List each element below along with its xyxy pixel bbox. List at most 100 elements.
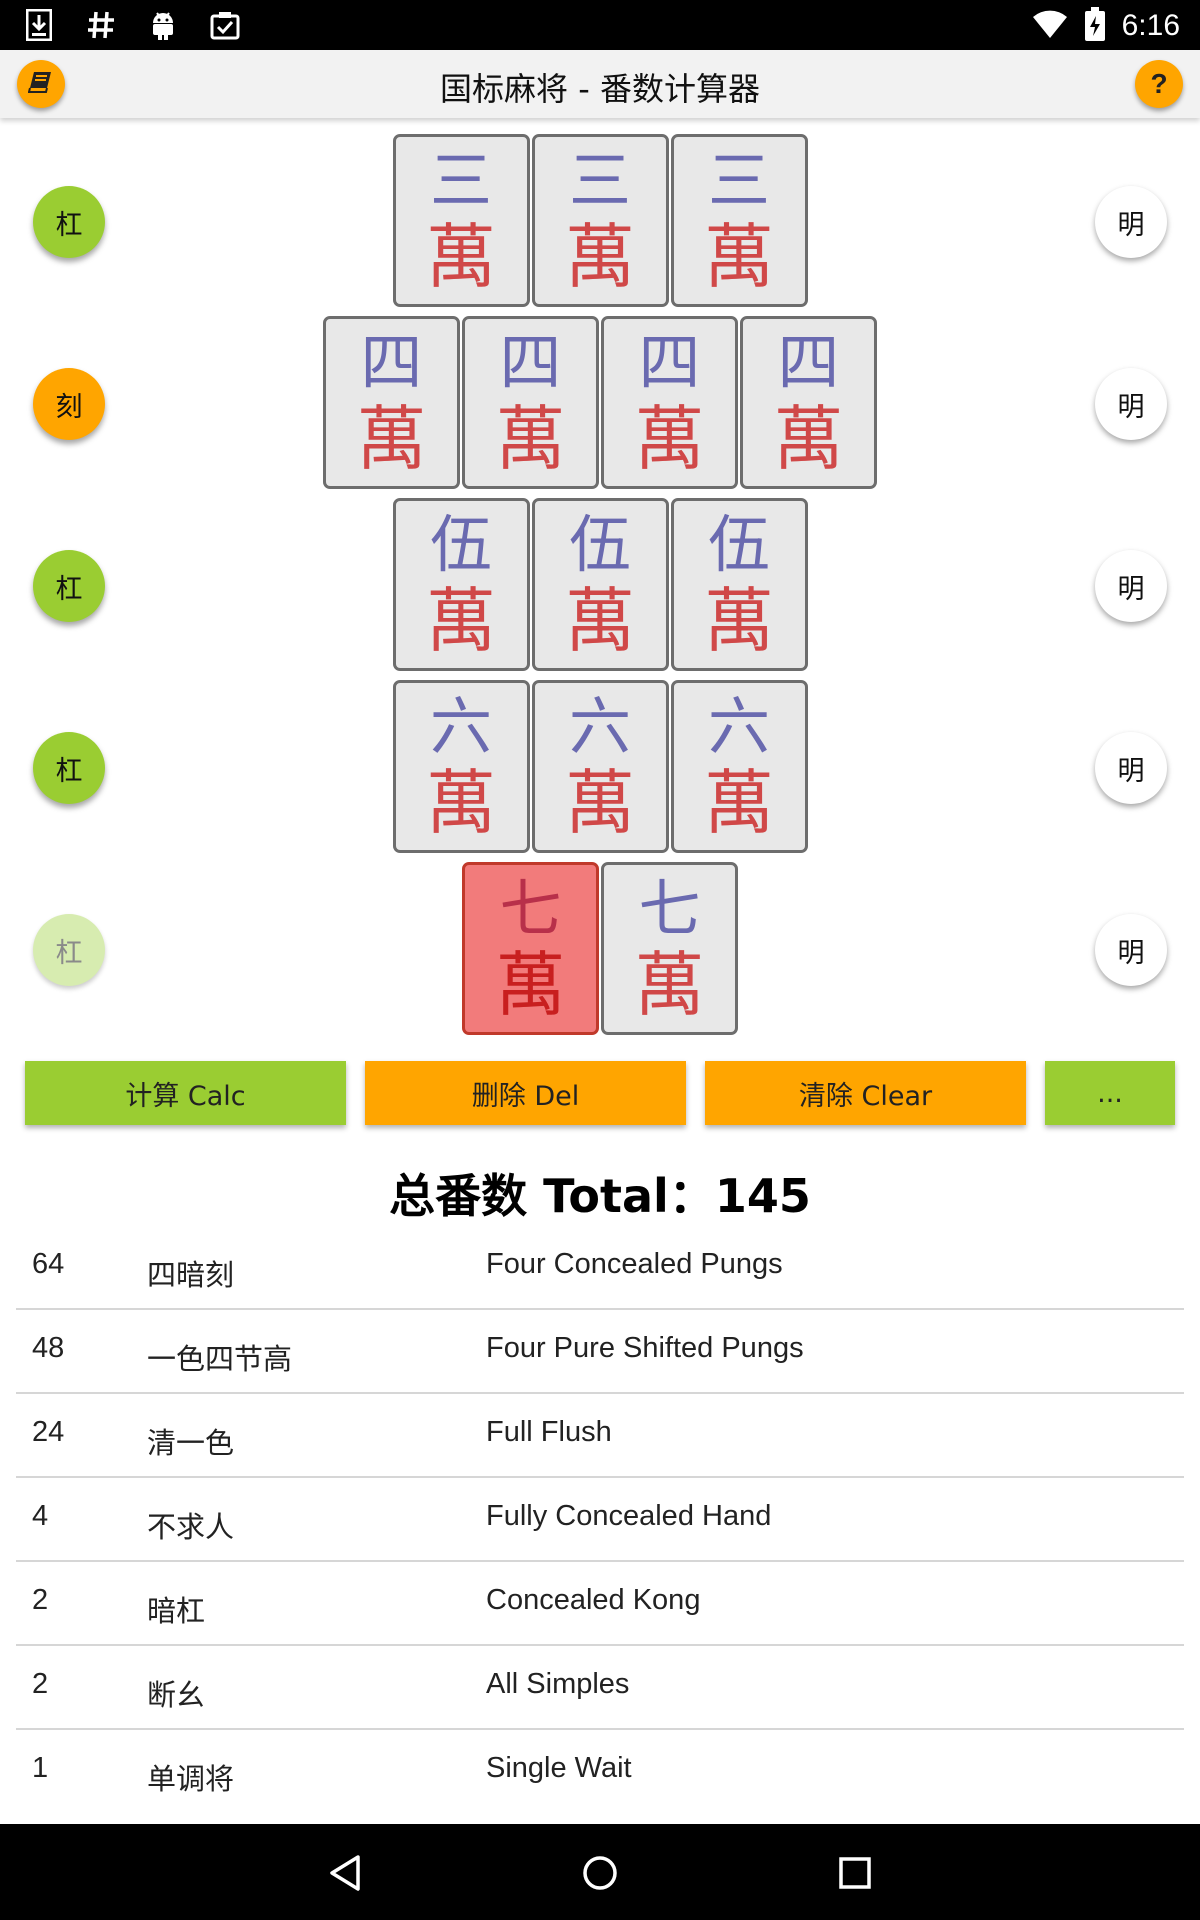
fan-name-cn: 断幺 bbox=[147, 1678, 206, 1712]
fan-points: 1 bbox=[32, 1752, 49, 1784]
more-button[interactable]: ... bbox=[1045, 1061, 1175, 1125]
clipboard-check-icon bbox=[208, 8, 242, 42]
tile-rank: 六 bbox=[429, 689, 492, 763]
tile[interactable]: 六萬 bbox=[392, 680, 530, 853]
fan-name-cn: 单调将 bbox=[147, 1762, 235, 1796]
fan-points: 48 bbox=[32, 1332, 65, 1364]
fan-name-en: Four Pure Shifted Pungs bbox=[486, 1332, 804, 1364]
fan-name-en: Concealed Kong bbox=[486, 1584, 701, 1616]
tile-suit: 萬 bbox=[704, 215, 774, 298]
clear-button[interactable]: 清除 Clear bbox=[705, 1061, 1026, 1125]
tile-rank: 四 bbox=[638, 325, 701, 399]
calc-button[interactable]: 计算 Calc bbox=[25, 1061, 346, 1125]
tile-suit: 萬 bbox=[634, 397, 705, 480]
tile[interactable]: 六萬 bbox=[670, 680, 808, 853]
tile-suit: 萬 bbox=[426, 761, 496, 844]
tile[interactable]: 三萬 bbox=[531, 134, 669, 307]
tile-rank: 伍 bbox=[707, 507, 770, 581]
tile[interactable]: 七萬 bbox=[601, 862, 738, 1035]
fan-row: 24 清一色 Full Flush bbox=[16, 1394, 1184, 1478]
navigation-bar bbox=[0, 1824, 1200, 1920]
tile-rank: 三 bbox=[707, 143, 770, 217]
fan-name-cn: 一色四节高 bbox=[147, 1342, 293, 1376]
exposed-toggle-button[interactable]: 明 bbox=[1095, 914, 1167, 986]
tile-suit: 萬 bbox=[565, 215, 635, 298]
tile[interactable]: 四萬 bbox=[323, 316, 460, 489]
tile[interactable]: 四萬 bbox=[601, 316, 738, 489]
tile-row-5: 杠 七萬 七萬 明 bbox=[0, 862, 1200, 1038]
fan-points: 24 bbox=[32, 1416, 65, 1448]
delete-button[interactable]: 删除 Del bbox=[365, 1061, 686, 1125]
tile-suit: 萬 bbox=[356, 397, 427, 480]
tile-suit: 萬 bbox=[773, 397, 844, 480]
tile-row-1: 杠 三萬 三萬 三萬 明 bbox=[0, 134, 1200, 310]
tile-row-3: 杠 伍萬 伍萬 伍萬 明 bbox=[0, 498, 1200, 674]
home-icon[interactable] bbox=[575, 1848, 625, 1898]
recents-icon[interactable] bbox=[830, 1848, 880, 1898]
tile-rank: 四 bbox=[777, 325, 840, 399]
fan-row: 4 不求人 Fully Concealed Hand bbox=[16, 1478, 1184, 1562]
fan-name-cn: 暗杠 bbox=[147, 1594, 206, 1628]
fan-row: 48 一色四节高 Four Pure Shifted Pungs bbox=[16, 1310, 1184, 1394]
tile-row-4: 杠 六萬 六萬 六萬 明 bbox=[0, 680, 1200, 856]
total-score: 总番数 Total：145 bbox=[389, 1169, 811, 1223]
page-title: 国标麻将 - 番数计算器 bbox=[440, 70, 760, 108]
tile[interactable]: 四萬 bbox=[462, 316, 599, 489]
tile-rank: 七 bbox=[499, 871, 562, 945]
tile-suit: 萬 bbox=[634, 943, 705, 1026]
wifi-icon bbox=[1032, 9, 1068, 43]
tile[interactable]: 六萬 bbox=[531, 680, 669, 853]
exposed-toggle-button[interactable]: 明 bbox=[1095, 186, 1167, 258]
tile-suit: 萬 bbox=[565, 579, 635, 662]
tile[interactable]: 伍萬 bbox=[670, 498, 808, 671]
fan-row: 2 断幺 All Simples bbox=[16, 1646, 1184, 1730]
exposed-toggle-button[interactable]: 明 bbox=[1095, 368, 1167, 440]
back-icon[interactable] bbox=[320, 1848, 370, 1898]
tile-rank: 四 bbox=[360, 325, 423, 399]
fan-row: 1 单调将 Single Wait bbox=[16, 1730, 1184, 1814]
app-bar: 国标麻将 - 番数计算器 ? bbox=[0, 50, 1200, 118]
tile-suit: 萬 bbox=[704, 579, 774, 662]
fan-row: 64 四暗刻 Four Concealed Pungs bbox=[16, 1226, 1184, 1310]
tile[interactable]: 伍萬 bbox=[392, 498, 530, 671]
fan-name-cn: 不求人 bbox=[147, 1510, 235, 1544]
fan-list: 64 四暗刻 Four Concealed Pungs 48 一色四节高 Fou… bbox=[16, 1226, 1184, 1814]
fan-name-cn: 清一色 bbox=[147, 1426, 235, 1460]
hash-icon bbox=[84, 8, 118, 42]
tile-suit: 萬 bbox=[426, 579, 496, 662]
download-icon bbox=[22, 8, 56, 42]
tile[interactable]: 伍萬 bbox=[531, 498, 669, 671]
tile-rank: 伍 bbox=[568, 507, 631, 581]
clock: 6:16 bbox=[1121, 9, 1180, 42]
fan-name-en: Full Flush bbox=[486, 1416, 612, 1448]
fan-name-en: All Simples bbox=[486, 1668, 630, 1700]
tile-rank: 六 bbox=[568, 689, 631, 763]
exposed-toggle-button[interactable]: 明 bbox=[1095, 732, 1167, 804]
tile-suit: 萬 bbox=[495, 397, 566, 480]
tile-rank: 六 bbox=[707, 689, 770, 763]
fan-points: 64 bbox=[32, 1248, 65, 1280]
tile[interactable]: 三萬 bbox=[392, 134, 530, 307]
tile-selected[interactable]: 七萬 bbox=[462, 862, 599, 1035]
tile[interactable]: 三萬 bbox=[670, 134, 808, 307]
tile-rank: 三 bbox=[429, 143, 492, 217]
tile-rank: 三 bbox=[568, 143, 631, 217]
fan-name-en: Single Wait bbox=[486, 1752, 632, 1784]
status-bar: 6:16 bbox=[0, 0, 1200, 50]
tile-rank: 七 bbox=[638, 871, 701, 945]
fan-name-en: Fully Concealed Hand bbox=[486, 1500, 772, 1532]
fan-points: 4 bbox=[32, 1500, 49, 1532]
tile[interactable]: 四萬 bbox=[740, 316, 877, 489]
battery-icon bbox=[1084, 7, 1106, 45]
exposed-toggle-button[interactable]: 明 bbox=[1095, 550, 1167, 622]
fan-points: 2 bbox=[32, 1584, 49, 1616]
android-icon bbox=[146, 8, 180, 42]
tile-suit: 萬 bbox=[426, 215, 496, 298]
action-bar: 计算 Calc 删除 Del 清除 Clear ... bbox=[0, 1061, 1200, 1125]
help-button[interactable]: ? bbox=[1135, 60, 1183, 108]
fan-name-en: Four Concealed Pungs bbox=[486, 1248, 783, 1280]
fan-points: 2 bbox=[32, 1668, 49, 1700]
fan-name-cn: 四暗刻 bbox=[147, 1258, 235, 1292]
tile-suit: 萬 bbox=[495, 943, 566, 1026]
tile-rank: 四 bbox=[499, 325, 562, 399]
